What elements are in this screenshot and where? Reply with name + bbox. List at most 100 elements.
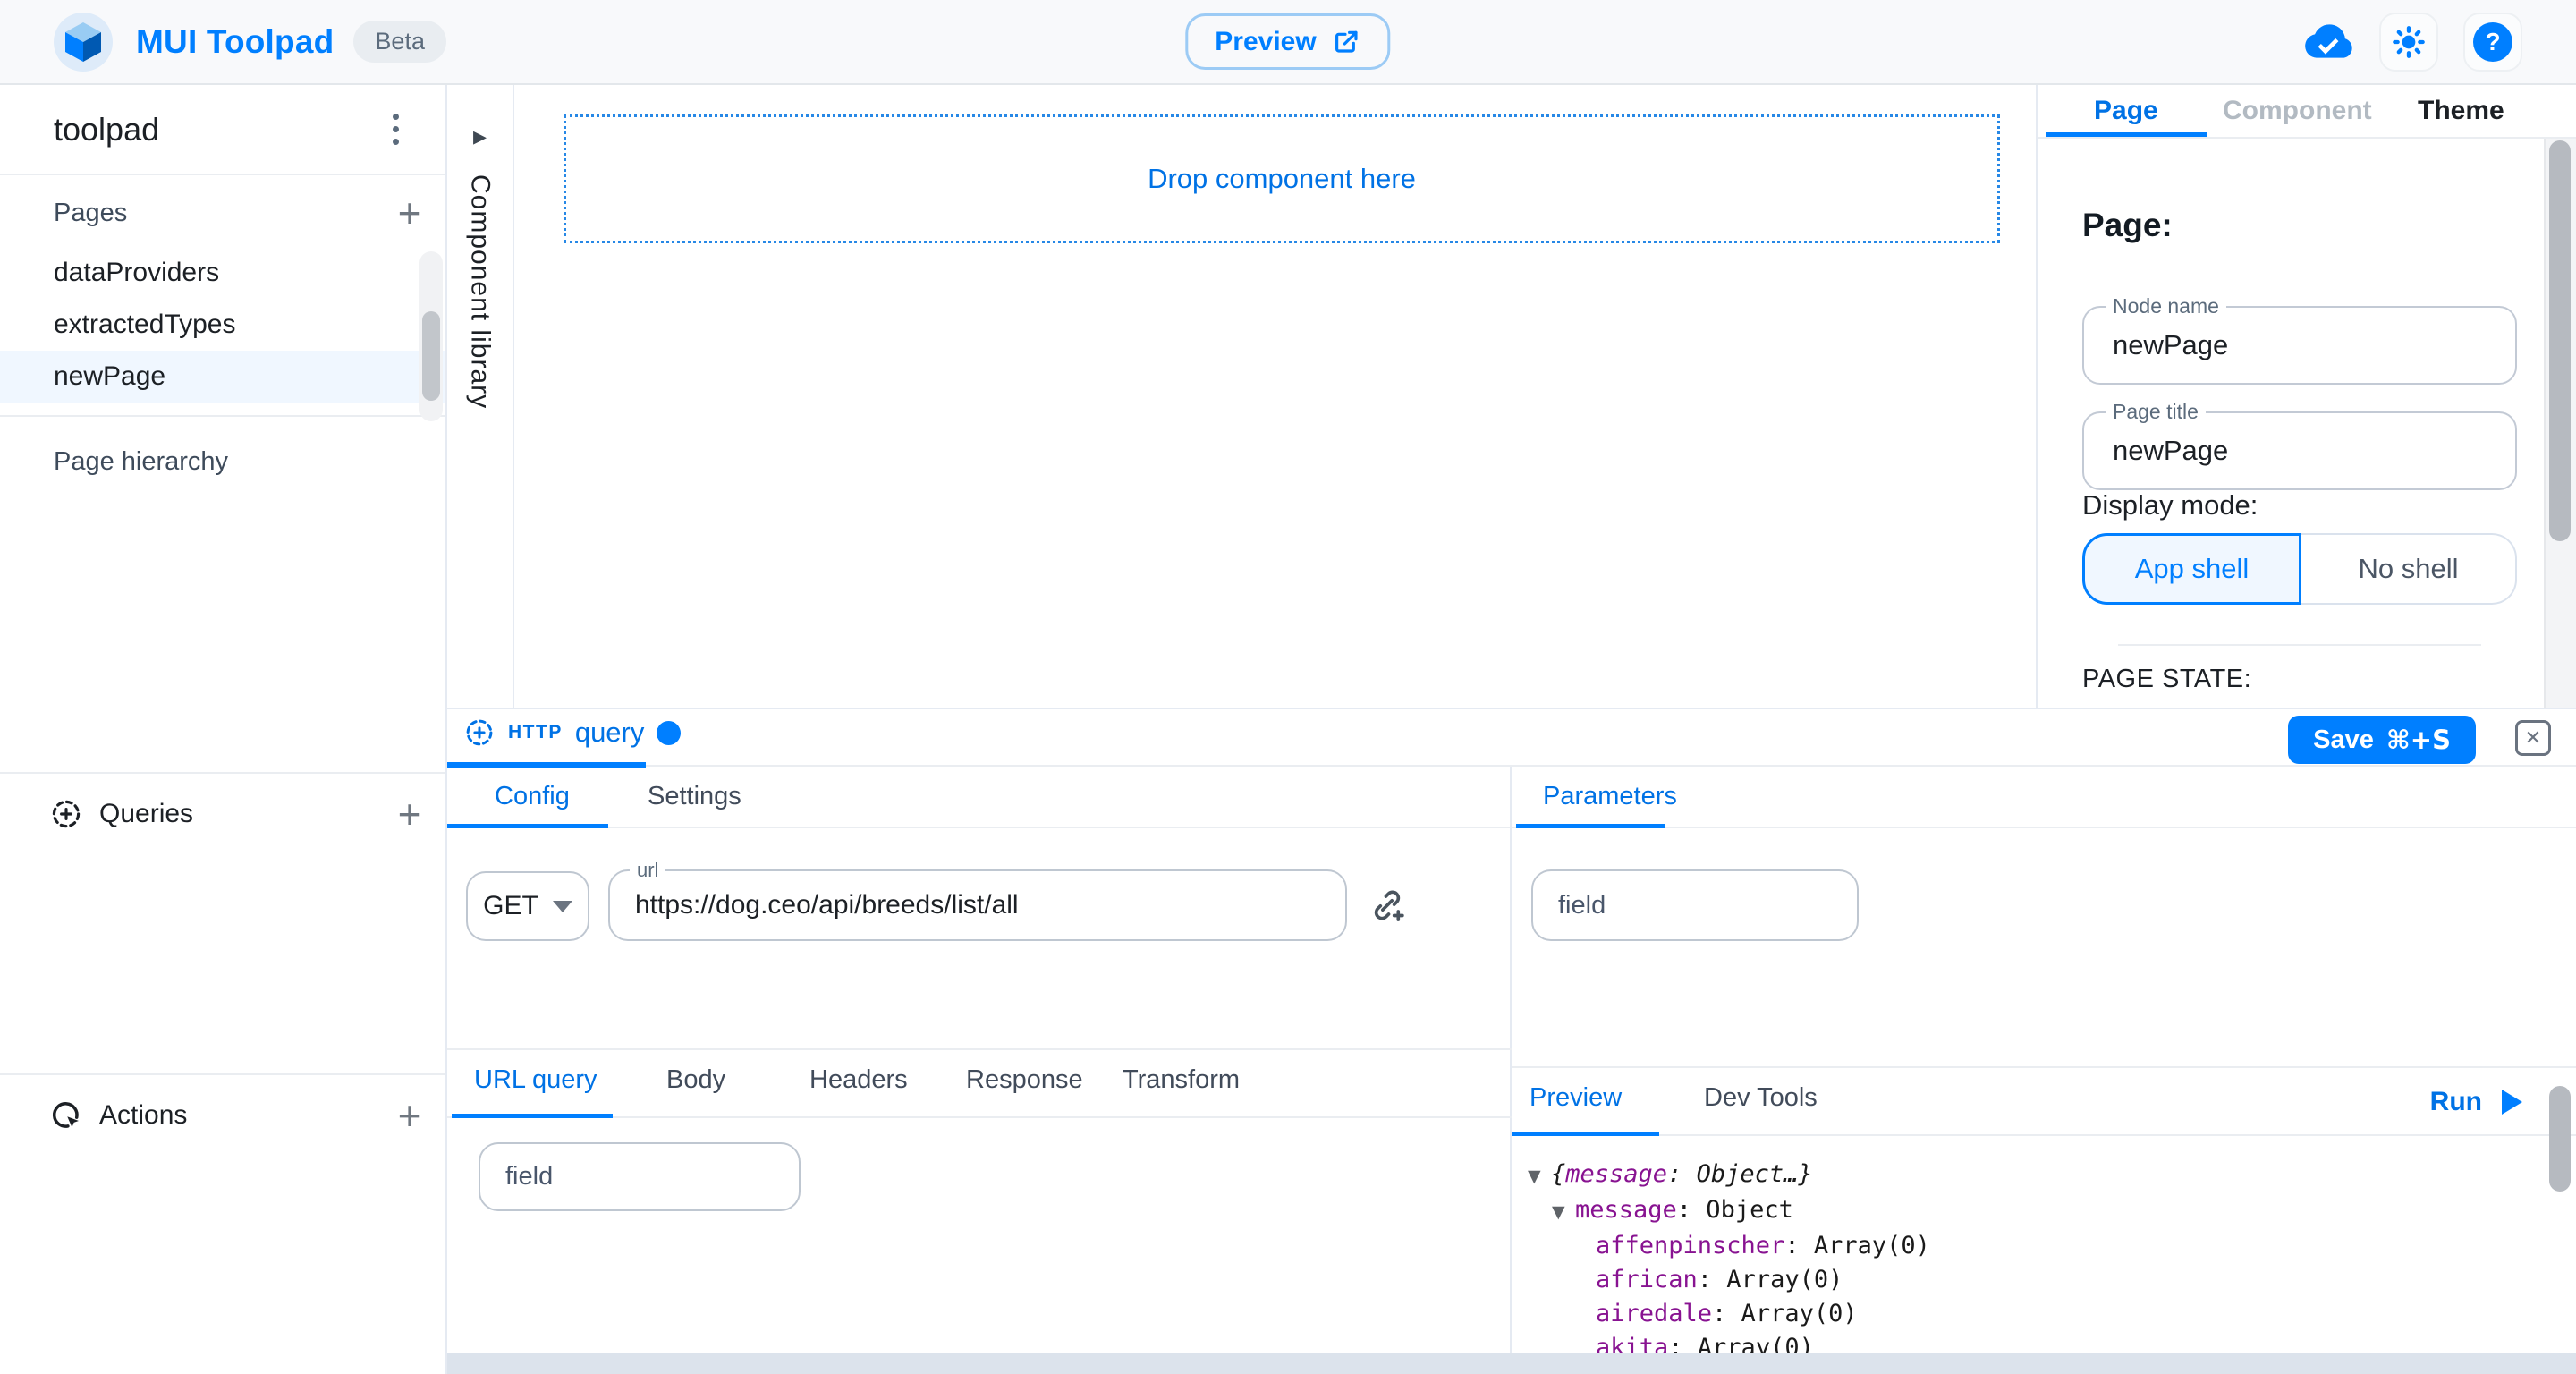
project-menu-button[interactable] — [386, 106, 406, 152]
tab-url-query[interactable]: URL query — [474, 1050, 597, 1110]
theme-mode-button[interactable] — [2379, 13, 2438, 72]
component-library-label: Component library — [465, 174, 496, 409]
tab-config[interactable]: Config — [495, 767, 570, 827]
actions-icon — [49, 1098, 83, 1132]
url-query-field — [479, 1142, 801, 1211]
pages-scrollbar-thumb[interactable] — [422, 311, 440, 401]
page-title-input[interactable] — [2084, 413, 2515, 488]
add-action-button[interactable]: + — [385, 1090, 435, 1141]
result-scrollbar-thumb[interactable] — [2549, 1086, 2571, 1192]
page-item-newpage[interactable]: newPage — [0, 351, 445, 403]
expand-library-chevron-icon[interactable]: ▸ — [473, 121, 487, 152]
page-hierarchy-label: Page hierarchy — [0, 417, 445, 477]
http-method-select[interactable]: GET — [466, 871, 589, 941]
play-icon — [2502, 1090, 2522, 1115]
inspector-divider — [2118, 644, 2481, 646]
parameters-tab-underline — [1516, 824, 1665, 828]
tab-component[interactable]: Component — [2223, 85, 2372, 137]
add-page-button[interactable]: + — [385, 188, 435, 238]
active-tab-underline — [2046, 132, 2207, 137]
drop-zone-label: Drop component here — [1148, 163, 1416, 195]
parameters-field-input[interactable] — [1533, 871, 1857, 939]
sidebar-divider — [0, 1073, 445, 1075]
page-item-extractedtypes[interactable]: extractedTypes — [0, 299, 445, 351]
queries-section-label: Queries — [99, 799, 193, 829]
config-tab-underline — [447, 824, 608, 828]
tab-headers[interactable]: Headers — [809, 1050, 908, 1110]
mui-toolpad-app: MUI Toolpad Beta Preview ? — [0, 0, 2576, 1374]
pages-section-header: Pages + — [0, 188, 445, 238]
save-shortcut-label: ⌘+S — [2386, 725, 2451, 755]
url-field: url — [608, 869, 1347, 941]
actions-section-header: Actions + — [0, 1088, 445, 1143]
sun-icon — [2391, 24, 2427, 60]
mui-logo-icon[interactable] — [54, 13, 113, 72]
project-name: toolpad — [54, 111, 159, 148]
tab-parameters[interactable]: Parameters — [1543, 767, 1677, 827]
sidebar-divider — [0, 772, 445, 774]
app-shell-toggle-button[interactable]: App shell — [2082, 533, 2301, 605]
parameters-tabs: Parameters — [1512, 767, 2576, 828]
url-input[interactable] — [610, 871, 1345, 939]
project-row: toolpad — [0, 85, 445, 175]
tab-transform[interactable]: Transform — [1123, 1050, 1240, 1110]
json-tree-row[interactable]: ▼message: Object — [1512, 1193, 2544, 1229]
result-tabs: Preview Dev Tools Run — [1512, 1066, 2576, 1136]
inspector-tabs: Page Component Theme — [2038, 85, 2576, 139]
bind-url-link-icon[interactable] — [1367, 885, 1408, 930]
actions-section-label: Actions — [99, 1100, 187, 1131]
tab-body[interactable]: Body — [666, 1050, 725, 1110]
beta-badge: Beta — [353, 21, 446, 63]
url-label: url — [630, 859, 665, 882]
no-shell-toggle-button[interactable]: No shell — [2301, 533, 2517, 605]
query-icon — [463, 717, 496, 749]
page-title-label: Page title — [2106, 400, 2206, 424]
close-icon: ✕ — [2525, 726, 2541, 750]
mui-cube-icon — [65, 22, 101, 62]
horizontal-scrollbar-track[interactable] — [447, 1353, 2576, 1374]
json-result-tree: ▼{message: Object…} ▼message: Object aff… — [1512, 1136, 2544, 1354]
page-item-dataproviders[interactable]: dataProviders — [0, 247, 445, 299]
chevron-down-icon — [553, 901, 572, 912]
actions-section: Actions + — [0, 1073, 445, 1143]
tab-theme[interactable]: Theme — [2418, 85, 2504, 137]
add-query-button[interactable]: + — [385, 789, 435, 839]
top-bar-actions: ? — [2302, 13, 2522, 72]
http-method-value: GET — [483, 891, 538, 921]
config-settings-tabs: Config Settings — [447, 767, 1510, 828]
tab-settings[interactable]: Settings — [648, 767, 741, 827]
json-tree-row: african: Array(0) — [1512, 1263, 2544, 1297]
external-link-icon — [1333, 28, 1361, 56]
pages-list: dataProviders extractedTypes newPage — [0, 247, 445, 403]
display-mode-toggle: App shell No shell — [2082, 533, 2517, 605]
tab-preview[interactable]: Preview — [1530, 1068, 1622, 1128]
close-panel-button[interactable]: ✕ — [2515, 720, 2551, 756]
tab-page[interactable]: Page — [2094, 85, 2158, 137]
queries-section: Queries + — [0, 772, 445, 842]
pages-section-label: Pages — [54, 199, 127, 228]
url-query-tab-underline — [452, 1114, 613, 1118]
cloud-synced-icon — [2302, 22, 2354, 62]
url-query-field-input[interactable] — [480, 1144, 799, 1209]
tab-response[interactable]: Response — [966, 1050, 1083, 1110]
drop-zone[interactable]: Drop component here — [564, 114, 2000, 243]
component-library-strip[interactable]: ▸ Component library — [447, 85, 514, 708]
tab-dev-tools[interactable]: Dev Tools — [1704, 1068, 1818, 1128]
inspector-scrollbar-thumb[interactable] — [2549, 140, 2571, 541]
json-tree-row: airedale: Array(0) — [1512, 1297, 2544, 1331]
help-button[interactable]: ? — [2463, 13, 2522, 72]
inspector-panel: Page Component Theme Page: Node name Pag… — [2036, 85, 2576, 708]
request-detail-tabs: URL query Body Headers Response Transfor… — [447, 1048, 1512, 1118]
node-name-label: Node name — [2106, 294, 2226, 318]
json-tree-row[interactable]: ▼{message: Object…} — [1512, 1158, 2544, 1193]
query-tab[interactable]: HTTP query — [463, 717, 681, 749]
node-name-input[interactable] — [2084, 308, 2515, 383]
json-tree-row: affenpinscher: Array(0) — [1512, 1229, 2544, 1263]
page-state-label: PAGE STATE: — [2082, 665, 2251, 694]
query-config-column: Config Settings GET url — [447, 767, 1512, 1374]
query-editor-header: HTTP query Save ⌘+S ✕ — [447, 709, 2576, 767]
save-button[interactable]: Save ⌘+S — [2288, 716, 2476, 764]
run-button[interactable]: Run — [2430, 1068, 2522, 1136]
question-mark-icon: ? — [2473, 22, 2512, 62]
preview-button[interactable]: Preview — [1185, 13, 1390, 70]
